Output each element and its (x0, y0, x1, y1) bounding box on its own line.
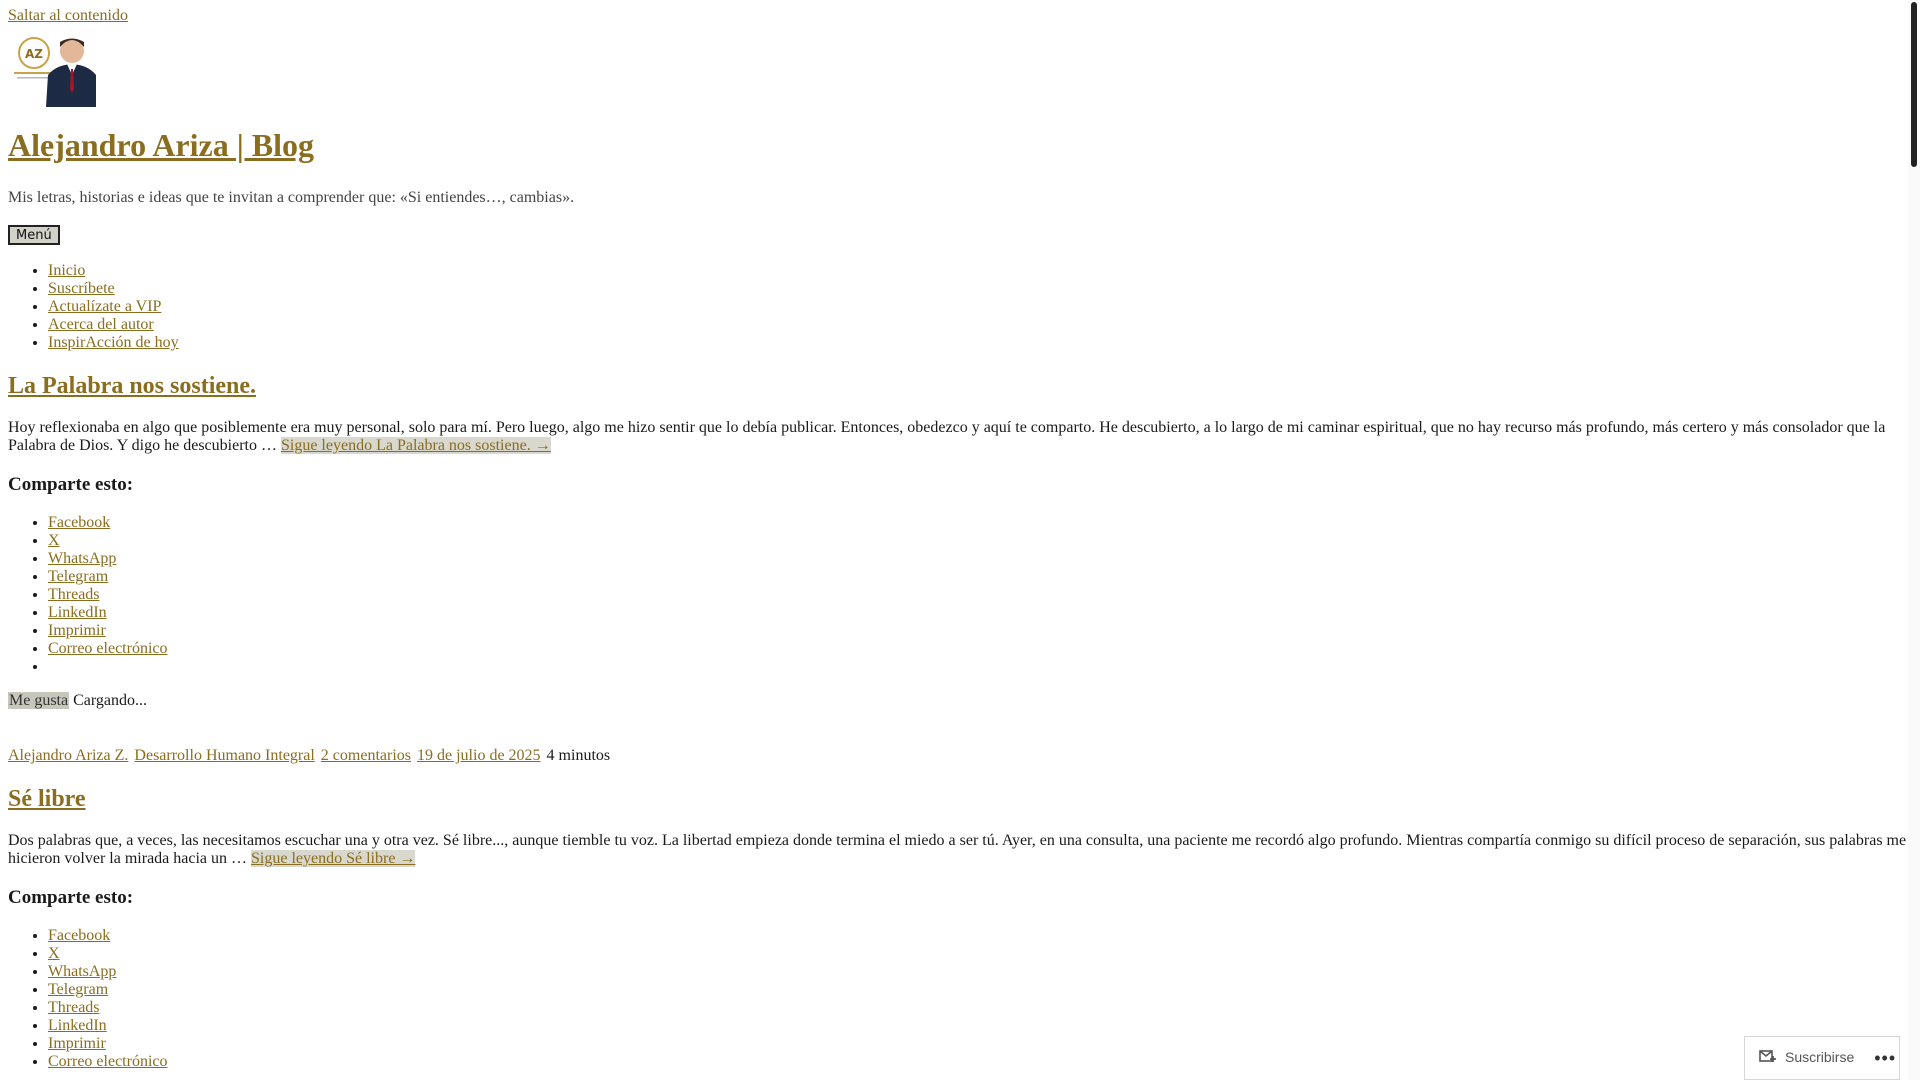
read-more-link[interactable]: Sigue leyendo La Palabra nos sostiene. → (280, 437, 551, 454)
share-print-link[interactable]: Imprimir (48, 1035, 106, 1052)
share-list: Facebook X WhatsApp Telegram Threads Lin… (8, 514, 168, 676)
post-reading-time: 4 minutos (546, 747, 611, 764)
share-heading: Comparte esto: (8, 887, 134, 908)
menu-toggle-button[interactable]: Menú (8, 225, 60, 245)
share-item: Telegram (48, 981, 168, 999)
share-item: Telegram (48, 568, 168, 586)
subscribe-bar: Suscribirse ••• (1744, 1036, 1900, 1080)
share-item: X (48, 945, 168, 963)
like-button[interactable]: Me gusta (8, 692, 70, 709)
post-title[interactable]: La Palabra nos sostiene. (8, 372, 256, 401)
post-title-link[interactable]: La Palabra nos sostiene. (8, 373, 256, 399)
share-facebook-link[interactable]: Facebook (48, 514, 110, 531)
share-email-link[interactable]: Correo electrónico (48, 1053, 168, 1070)
post-excerpt: Dos palabras que, a veces, las necesitam… (8, 832, 1908, 868)
post-excerpt: Hoy reflexionaba en algo que posiblement… (8, 419, 1908, 455)
site-logo[interactable]: AZ (10, 29, 96, 107)
share-print-link[interactable]: Imprimir (48, 622, 106, 639)
nav-item-about: Acerca del autor (48, 316, 179, 334)
share-telegram-link[interactable]: Telegram (48, 981, 108, 998)
subscribe-button[interactable]: Suscribirse (1759, 1049, 1855, 1066)
share-list: Facebook X WhatsApp Telegram Threads Lin… (8, 927, 168, 1071)
nav-item-inspiraccion: InspirAcción de hoy (48, 334, 179, 352)
scrollbar-thumb[interactable] (1911, 2, 1917, 167)
nav-link-vip[interactable]: Actualízate a VIP (48, 298, 161, 315)
share-telegram-link[interactable]: Telegram (48, 568, 108, 585)
site-title[interactable]: Alejandro Ariza | Blog (8, 126, 314, 164)
skip-to-content-link[interactable]: Saltar al contenido (8, 7, 128, 25)
share-item-empty (48, 658, 168, 676)
share-item: X (48, 532, 168, 550)
post-meta: Alejandro Ariza Z. Desarrollo Humano Int… (8, 747, 610, 765)
nav-link-about[interactable]: Acerca del autor (48, 316, 154, 333)
nav-link-suscribete[interactable]: Suscríbete (48, 280, 115, 297)
share-item: WhatsApp (48, 550, 168, 568)
nav-link-inicio[interactable]: Inicio (48, 262, 85, 279)
post-author-link[interactable]: Alejandro Ariza Z. (8, 747, 128, 764)
share-x-link[interactable]: X (48, 945, 60, 962)
share-item: Imprimir (48, 622, 168, 640)
share-threads-link[interactable]: Threads (48, 999, 100, 1016)
logo-monogram: AZ (25, 47, 43, 61)
share-item: Correo electrónico (48, 1053, 168, 1071)
share-item: Threads (48, 586, 168, 604)
subscribe-label: Suscribirse (1785, 1049, 1855, 1066)
site-title-link[interactable]: Alejandro Ariza | Blog (8, 127, 314, 163)
nav-item-suscribete: Suscríbete (48, 280, 179, 298)
nav-item-inicio: Inicio (48, 262, 179, 280)
likes-status: Cargando... (73, 692, 148, 709)
share-item: LinkedIn (48, 604, 168, 622)
share-whatsapp-link[interactable]: WhatsApp (48, 963, 116, 980)
share-linkedin-link[interactable]: LinkedIn (48, 1017, 107, 1034)
share-item: Facebook (48, 514, 168, 532)
share-item: Correo electrónico (48, 640, 168, 658)
share-item: WhatsApp (48, 963, 168, 981)
post-date-link[interactable]: 19 de julio de 2025 (417, 747, 541, 764)
site-description: Mis letras, historias e ideas que te inv… (8, 189, 575, 206)
share-facebook-link[interactable]: Facebook (48, 927, 110, 944)
share-whatsapp-link[interactable]: WhatsApp (48, 550, 116, 567)
nav-link-inspiraccion[interactable]: InspirAcción de hoy (48, 334, 179, 351)
likes-widget: Me gusta Cargando... (8, 692, 147, 710)
post-category-link[interactable]: Desarrollo Humano Integral (134, 747, 314, 764)
read-more-link[interactable]: Sigue leyendo Sé libre → (251, 850, 416, 867)
post-title[interactable]: Sé libre (8, 785, 86, 814)
share-threads-link[interactable]: Threads (48, 586, 100, 603)
share-heading: Comparte esto: (8, 474, 134, 495)
share-item: LinkedIn (48, 1017, 168, 1035)
share-x-link[interactable]: X (48, 532, 60, 549)
post-comments-link[interactable]: 2 comentarios (321, 747, 411, 764)
share-item: Imprimir (48, 1035, 168, 1053)
post-title-link[interactable]: Sé libre (8, 786, 86, 812)
share-item: Facebook (48, 927, 168, 945)
share-linkedin-link[interactable]: LinkedIn (48, 604, 107, 621)
nav-item-vip: Actualízate a VIP (48, 298, 179, 316)
scrollbar[interactable] (1908, 0, 1920, 1080)
ellipsis-icon[interactable]: ••• (1874, 1048, 1896, 1068)
share-item: Threads (48, 999, 168, 1017)
share-email-link[interactable]: Correo electrónico (48, 640, 168, 657)
subscribe-icon (1759, 1050, 1776, 1062)
main-navigation: Inicio Suscríbete Actualízate a VIP Acer… (8, 262, 179, 352)
